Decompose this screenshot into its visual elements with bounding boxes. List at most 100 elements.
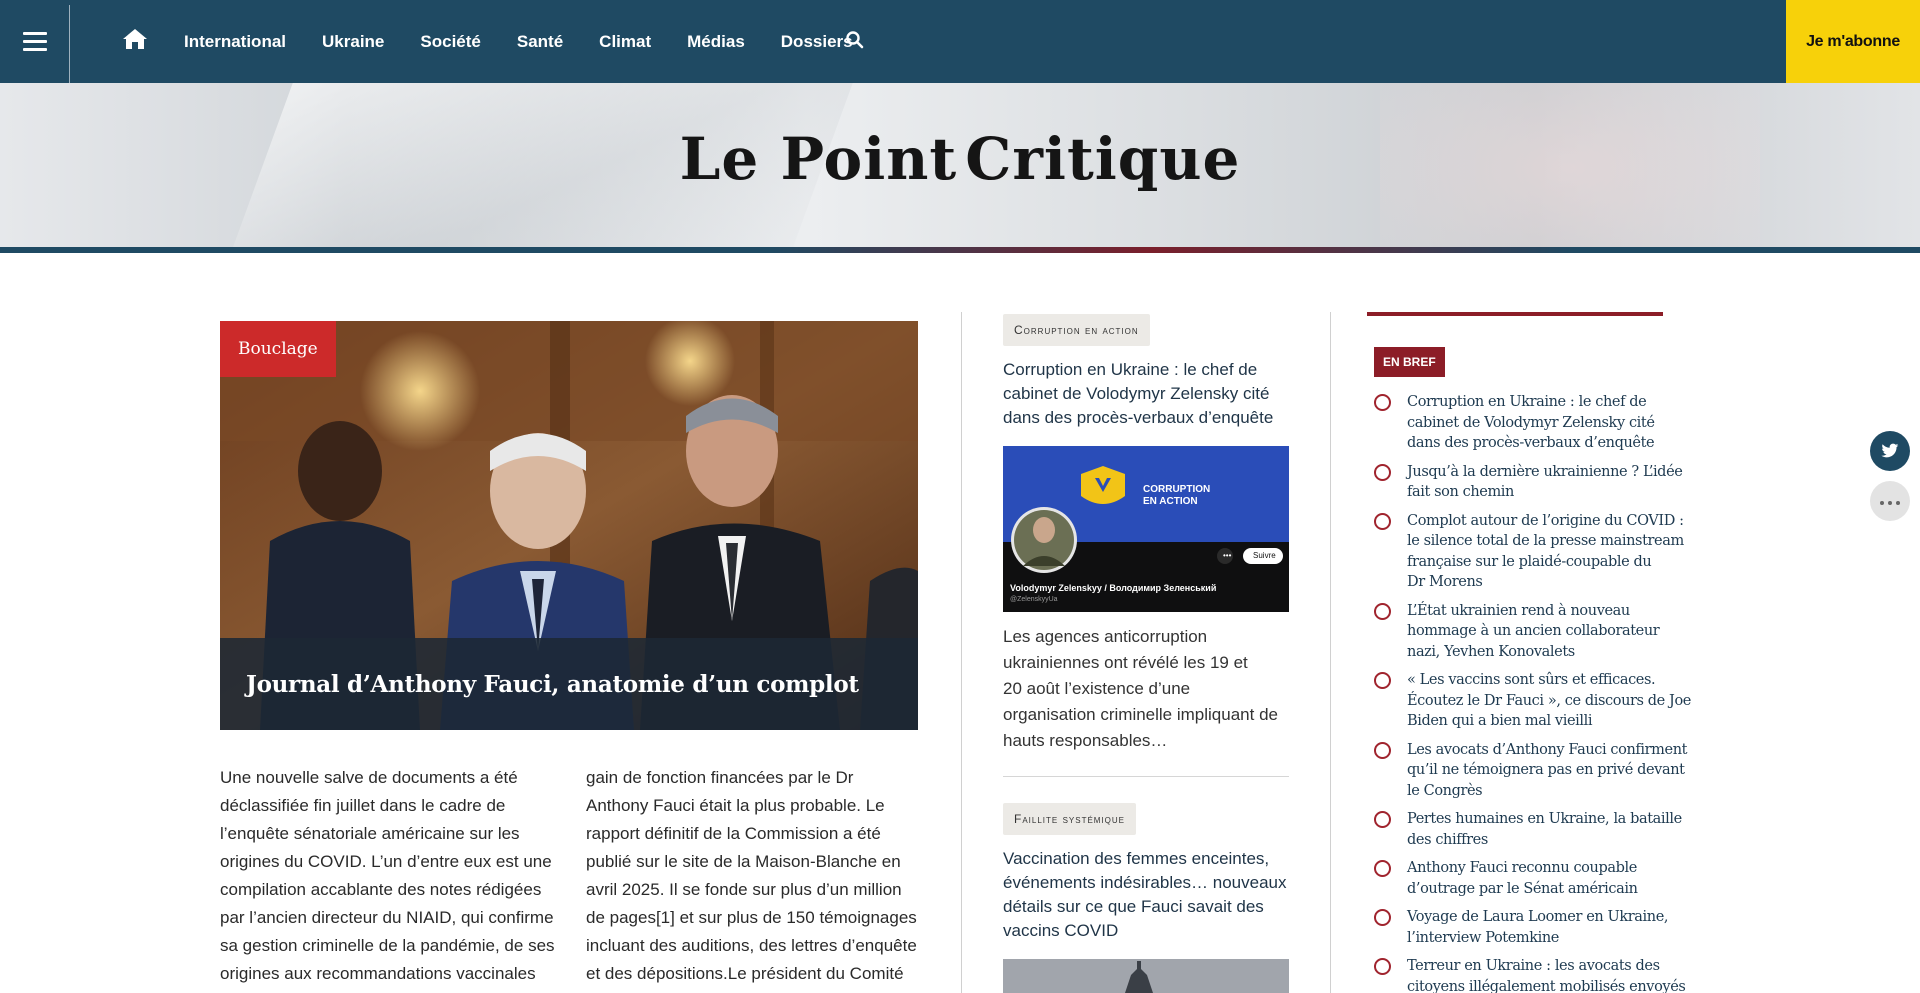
more-icon: ••• — [1223, 551, 1232, 560]
bref-title[interactable]: Terreur en Ukraine : les avocats des cit… — [1407, 956, 1703, 993]
nav-item-sante[interactable]: Santé — [517, 32, 563, 52]
list-item[interactable]: Anthony Fauci reconnu coupable d’outrage… — [1373, 858, 1703, 899]
article-tag[interactable]: Faillite systémique — [1003, 803, 1137, 835]
bref-title[interactable]: Complot autour de l’origine du COVID : l… — [1407, 511, 1703, 593]
bref-top-rule — [1367, 312, 1663, 316]
title-line: Pertes humaines en Ukraine, la bataille — [1407, 811, 1682, 827]
nav-item-climat[interactable]: Climat — [599, 32, 651, 52]
bref-title[interactable]: Les avocats d’Anthony Fauci confirment q… — [1407, 740, 1703, 802]
category-badge[interactable]: Bouclage — [220, 321, 336, 377]
logo-text-left: Le Point — [679, 125, 958, 193]
excerpt-line: 20 août l’existence d’une — [1003, 679, 1191, 698]
title-line: « Les vaccins sont sûrs et efficaces. — [1407, 672, 1656, 688]
title-line: Corruption en Ukraine : le chef de — [1003, 360, 1258, 379]
column-divider — [961, 312, 962, 993]
text-line: et des dépositions.Le président du Comit… — [586, 964, 904, 983]
featured-caption[interactable]: Journal d’Anthony Fauci, anatomie d’un c… — [220, 638, 918, 730]
article-title[interactable]: Vaccination des femmes enceintes, événem… — [1003, 847, 1289, 943]
nav-divider — [69, 5, 70, 83]
bref-title[interactable]: « Les vaccins sont sûrs et efficaces. Éc… — [1407, 670, 1703, 732]
list-item[interactable]: Pertes humaines en Ukraine, la bataille … — [1373, 809, 1703, 850]
list-item[interactable]: Corruption en Ukraine : le chef de cabin… — [1373, 392, 1703, 454]
title-line: qu’il ne témoignera pas en privé devant — [1407, 762, 1685, 778]
bref-title[interactable]: Corruption en Ukraine : le chef de cabin… — [1407, 392, 1703, 454]
circle-bullet-icon — [1374, 463, 1391, 481]
hamburger-icon[interactable] — [0, 0, 70, 83]
circle-bullet-icon — [1374, 394, 1391, 411]
masthead: Le Point Critique — [0, 83, 1920, 247]
excerpt-line: organisation criminelle impliquant de — [1003, 705, 1278, 724]
home-icon[interactable] — [122, 27, 148, 51]
article-thumbnail[interactable]: CORRUPTION EN ACTION ••• Suivre Volodymy… — [1003, 446, 1289, 612]
text-line: déclassifiée fin juillet dans le cadre d… — [220, 796, 506, 815]
title-line: événements indésirables… nouveaux — [1003, 873, 1287, 892]
text-line: par l’ancien directeur du NIAID, qui con… — [220, 908, 554, 927]
circle-bullet-icon — [1374, 602, 1391, 620]
excerpt-line: ukrainiennes ont révélé les 19 et — [1003, 653, 1248, 672]
title-line: le Congrès — [1407, 782, 1483, 799]
twitter-share-button[interactable] — [1870, 431, 1910, 471]
bref-title[interactable]: Anthony Fauci reconnu coupable d’outrage… — [1407, 858, 1703, 899]
nav-item-medias[interactable]: Médias — [687, 32, 745, 52]
title-line: Terreur en Ukraine : les avocats des — [1407, 958, 1660, 974]
more-share-button[interactable] — [1870, 481, 1910, 521]
profile-handle: @ZelenskyyUa — [1010, 596, 1058, 603]
text-line: gain de fonction financées par le Dr — [586, 768, 854, 787]
title-line: des chiffres — [1407, 831, 1488, 848]
text-line: Une nouvelle salve de documents a été — [220, 768, 518, 787]
title-line: fait son chemin — [1407, 484, 1514, 500]
circle-bullet-icon — [1374, 741, 1391, 759]
article-title[interactable]: Corruption en Ukraine : le chef de cabin… — [1003, 358, 1289, 430]
title-line: Écoutez le Dr Fauci », ce discours de Jo… — [1407, 692, 1691, 709]
list-item[interactable]: Voyage de Laura Loomer en Ukraine, l’int… — [1373, 907, 1703, 948]
bref-title[interactable]: Pertes humaines en Ukraine, la bataille … — [1407, 809, 1703, 850]
nav-item-ukraine[interactable]: Ukraine — [322, 32, 384, 52]
circle-bullet-icon — [1374, 512, 1391, 530]
list-item[interactable]: Complot autour de l’origine du COVID : l… — [1373, 511, 1703, 593]
article-text-column-1: Une nouvelle salve de documents a été dé… — [220, 764, 566, 988]
mid-article-2: Faillite systémique Vaccination des femm… — [1003, 803, 1289, 993]
title-line: Dr Morens — [1407, 574, 1483, 590]
title-line: d’outrage par le Sénat américain — [1407, 880, 1638, 897]
list-item[interactable]: « Les vaccins sont sûrs et efficaces. Éc… — [1373, 670, 1703, 732]
more-icon — [1878, 492, 1902, 510]
profile-name: Volodymyr Zelenskyy / Володимир Зеленськ… — [1010, 583, 1217, 593]
title-line: cabinet de Volodymyr Zelensky cité — [1407, 414, 1655, 431]
column-divider — [1330, 312, 1331, 993]
twitter-icon — [1881, 443, 1899, 458]
title-line: Voyage de Laura Loomer en Ukraine, — [1407, 909, 1669, 925]
article-thumbnail[interactable] — [1003, 959, 1289, 993]
title-line: dans des procès-verbaux d’enquête — [1407, 435, 1655, 451]
list-item[interactable]: L’État ukrainien rend à nouveau hommage … — [1373, 601, 1703, 663]
list-item[interactable]: Les avocats d’Anthony Fauci confirment q… — [1373, 740, 1703, 802]
title-line: Anthony Fauci reconnu coupable — [1407, 860, 1637, 876]
title-line: française sur le plaidé-coupable du — [1407, 553, 1652, 570]
list-item[interactable]: Jusqu’à la dernière ukrainienne ? L’idée… — [1373, 462, 1703, 503]
text-line: sa gestion criminelle de la pandémie, de… — [220, 936, 555, 955]
title-line: détails sur ce que Fauci savait des — [1003, 897, 1264, 916]
nav-item-dossiers[interactable]: Dossiers — [781, 32, 853, 52]
list-item[interactable]: Terreur en Ukraine : les avocats des cit… — [1373, 956, 1703, 993]
title-line: Vaccination des femmes enceintes, — [1003, 849, 1270, 868]
title-line: vaccins COVID — [1003, 921, 1119, 940]
search-icon[interactable] — [845, 30, 865, 50]
en-bref-label: EN BREF — [1374, 347, 1445, 377]
header-stripe — [0, 247, 1920, 253]
bref-title[interactable]: L’État ukrainien rend à nouveau hommage … — [1407, 601, 1703, 663]
banner-line: EN ACTION — [1143, 496, 1198, 507]
text-line: de pages[1] et sur plus de 150 témoignag… — [586, 908, 917, 927]
bref-title[interactable]: Voyage de Laura Loomer en Ukraine, l’int… — [1407, 907, 1703, 948]
site-logo[interactable]: Le Point Critique — [680, 119, 1240, 199]
text-line: l’enquête sénatoriale américaine sur les — [220, 824, 520, 843]
circle-bullet-icon — [1374, 860, 1391, 877]
excerpt-line: hauts responsables… — [1003, 731, 1168, 750]
nav-item-societe[interactable]: Société — [420, 32, 480, 52]
nav-item-international[interactable]: International — [184, 32, 286, 52]
excerpt-line: Les agences anticorruption — [1003, 627, 1208, 646]
article-tag[interactable]: Corruption en action — [1003, 314, 1150, 346]
logo-text-right: Critique — [965, 125, 1241, 193]
title-line: cabinet de Volodymyr Zelensky cité — [1003, 384, 1270, 403]
featured-title[interactable]: Journal d’Anthony Fauci, anatomie d’un c… — [246, 671, 859, 698]
subscribe-button[interactable]: Je m'abonne — [1786, 0, 1920, 83]
bref-title[interactable]: Jusqu’à la dernière ukrainienne ? L’idée… — [1407, 462, 1703, 503]
